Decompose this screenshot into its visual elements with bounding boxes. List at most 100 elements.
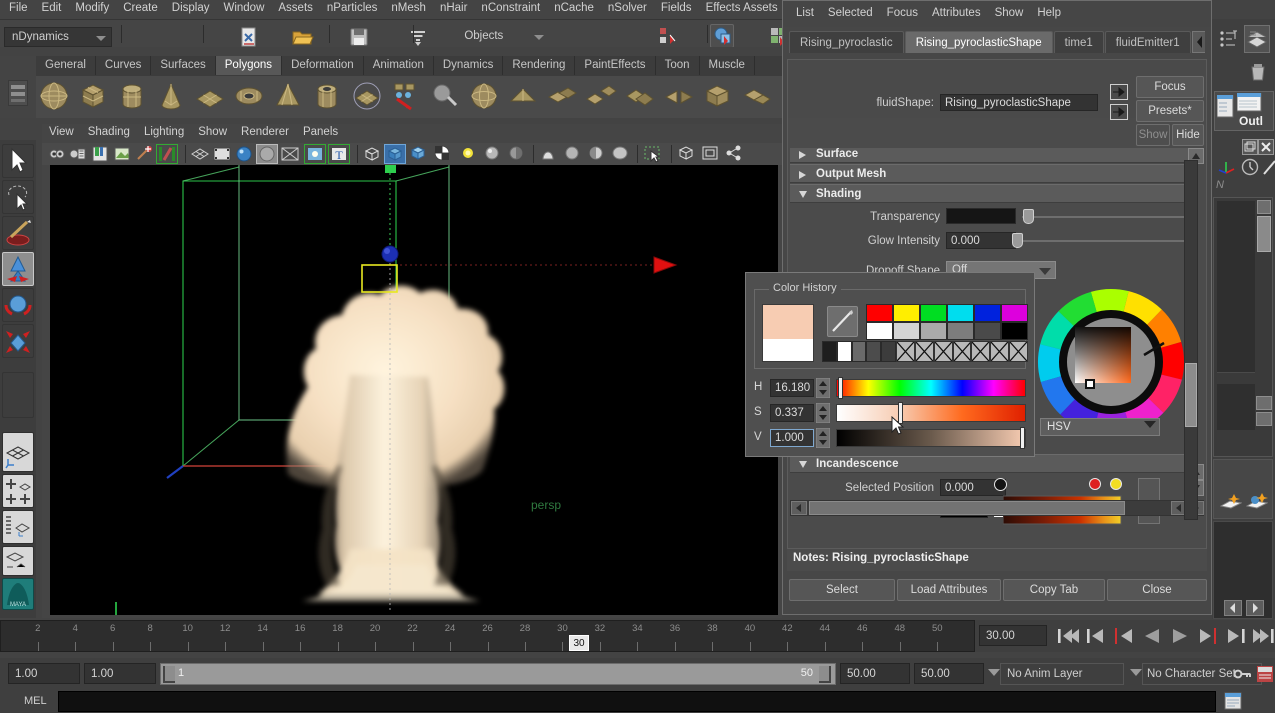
- menu-nhair[interactable]: nHair: [433, 0, 474, 16]
- range-end-field[interactable]: 50.00: [840, 663, 910, 684]
- restore-panel-icon[interactable]: [1242, 139, 1258, 155]
- shelf-tab-dynamics[interactable]: Dynamics: [434, 56, 504, 75]
- ramp-marker-1[interactable]: [1089, 478, 1101, 490]
- shelf-tab-animation[interactable]: Animation: [364, 56, 434, 75]
- viewport-menu-lighting[interactable]: Lighting: [137, 124, 191, 140]
- range-slider[interactable]: 1 50: [160, 663, 836, 685]
- current-frame-marker[interactable]: 30: [569, 635, 589, 651]
- color-history-bottom-row[interactable]: [866, 322, 1028, 340]
- range-slider-right-handle[interactable]: [819, 666, 831, 683]
- anim-layer-combo[interactable]: No Anim Layer: [1000, 663, 1124, 685]
- saturation-gradient-bar[interactable]: [836, 404, 1026, 422]
- go-to-start-icon[interactable]: [1055, 625, 1081, 647]
- scroll-left-button[interactable]: [791, 501, 807, 515]
- history-swatch-bottom-1[interactable]: [893, 322, 920, 340]
- select-button[interactable]: Select: [789, 579, 895, 601]
- select-by-object-type-icon[interactable]: [710, 24, 735, 47]
- shelf-tab-rendering[interactable]: Rendering: [503, 56, 576, 75]
- history-swatch-top-1[interactable]: [893, 304, 920, 322]
- shelf-tab-deformation[interactable]: Deformation: [282, 56, 364, 75]
- history-swatch-bottom-5[interactable]: [1001, 322, 1028, 340]
- shelf-tab-muscle[interactable]: Muscle: [700, 56, 755, 75]
- history-swatch-gray-3[interactable]: [866, 341, 882, 362]
- channel-box-list[interactable]: [1213, 197, 1273, 457]
- color-wheel[interactable]: [1036, 287, 1188, 439]
- scale-tool-button[interactable]: [2, 324, 34, 358]
- scrollbar-thumb[interactable]: [1185, 363, 1197, 427]
- select-region-icon[interactable]: [642, 144, 664, 164]
- input-connection-icon[interactable]: [1110, 84, 1128, 100]
- horizontal-scrollbar[interactable]: [790, 500, 1204, 516]
- select-camera-icon[interactable]: [48, 145, 66, 163]
- history-swatch-bottom-4[interactable]: [974, 322, 1001, 340]
- outliner-panel-thumb[interactable]: Outl: [1214, 91, 1274, 131]
- output-connection-icon[interactable]: [1110, 104, 1128, 120]
- history-swatch-gray-0[interactable]: [822, 341, 837, 362]
- ae-menu-attributes[interactable]: Attributes: [925, 5, 988, 21]
- history-swatch-top-2[interactable]: [920, 304, 947, 322]
- single-view-layout-button[interactable]: [2, 432, 34, 472]
- value-slider-handle[interactable]: [1020, 427, 1025, 449]
- perspective-viewport[interactable]: persp: [50, 165, 778, 615]
- load-attributes-button[interactable]: Load Attributes: [897, 579, 1001, 601]
- command-line-type-label[interactable]: MEL: [24, 695, 47, 707]
- play-forwards-icon[interactable]: [1167, 625, 1193, 647]
- viewport-effects-icon[interactable]: [610, 144, 630, 164]
- clock-icon[interactable]: [1240, 157, 1260, 177]
- selection-mask-label[interactable]: Objects: [457, 27, 549, 47]
- shelf-tab-painteffects[interactable]: PaintEffects: [575, 56, 656, 75]
- section-output-mesh[interactable]: Output Mesh: [790, 164, 1188, 183]
- saturation-slider-handle[interactable]: [898, 402, 903, 424]
- step-forward-key-icon[interactable]: [1223, 625, 1249, 647]
- color-space-combo[interactable]: HSV: [1040, 418, 1160, 436]
- current-color-swatch[interactable]: [762, 304, 814, 339]
- poly-bevel-icon[interactable]: [701, 79, 735, 113]
- color-history-empty-row[interactable]: [896, 341, 1028, 362]
- use-all-lights-icon[interactable]: [304, 144, 326, 164]
- poly-soft-edge-icon[interactable]: [506, 79, 540, 113]
- focus-button[interactable]: Focus: [1136, 76, 1204, 98]
- ae-menu-show[interactable]: Show: [988, 5, 1031, 21]
- history-swatch-empty-6[interactable]: [1009, 341, 1028, 362]
- step-forward-frame-icon[interactable]: [1195, 625, 1221, 647]
- lasso-tool-button[interactable]: [2, 180, 34, 214]
- motion-blur-icon[interactable]: [562, 144, 582, 164]
- history-swatch-gray-1[interactable]: [836, 341, 852, 362]
- ae-menu-focus[interactable]: Focus: [880, 5, 925, 21]
- trash-icon[interactable]: [1248, 61, 1268, 83]
- glow-intensity-slider-handle[interactable]: [1012, 233, 1023, 248]
- open-scene-icon[interactable]: [289, 24, 314, 47]
- image-plane-icon[interactable]: [112, 145, 132, 163]
- go-to-end-icon[interactable]: [1251, 625, 1275, 647]
- poly-prism-icon[interactable]: [350, 79, 384, 113]
- range-slider-left-handle[interactable]: [163, 666, 175, 683]
- copy-tab-button[interactable]: Copy Tab: [1003, 579, 1105, 601]
- shaded-cube-icon[interactable]: [384, 144, 406, 164]
- menu-create[interactable]: Create: [116, 0, 165, 16]
- previous-color-swatch[interactable]: [762, 339, 814, 362]
- script-editor-icon[interactable]: [1222, 691, 1244, 711]
- saturation-stepper[interactable]: [815, 402, 831, 424]
- poly-sculpt-icon[interactable]: [428, 79, 462, 113]
- maya-logo-button[interactable]: MAYA: [2, 578, 34, 610]
- selection-mask-menu-icon[interactable]: [405, 24, 429, 47]
- select-tool-button[interactable]: [2, 144, 34, 178]
- history-swatch-bottom-0[interactable]: [866, 322, 893, 340]
- menu-file[interactable]: File: [2, 0, 35, 16]
- menu-nsolver[interactable]: nSolver: [601, 0, 654, 16]
- history-swatch-bottom-2[interactable]: [920, 322, 947, 340]
- ae-menu-list[interactable]: List: [789, 5, 821, 21]
- shelf-tab-general[interactable]: General: [36, 56, 96, 75]
- menu-window[interactable]: Window: [216, 0, 271, 16]
- bookmark-icon[interactable]: [90, 145, 110, 163]
- history-swatch-top-4[interactable]: [974, 304, 1001, 322]
- history-swatch-bottom-3[interactable]: [947, 322, 974, 340]
- ae-tab-time1[interactable]: time1: [1053, 31, 1104, 53]
- menu-nmesh[interactable]: nMesh: [384, 0, 433, 16]
- shelf-tab-curves[interactable]: Curves: [96, 56, 152, 75]
- texture-display-icon[interactable]: T: [328, 144, 350, 164]
- history-swatch-top-3[interactable]: [947, 304, 974, 322]
- shelf-options-icon[interactable]: [8, 80, 28, 106]
- last-tool-button[interactable]: [2, 372, 34, 418]
- poly-torus-icon[interactable]: [232, 79, 266, 113]
